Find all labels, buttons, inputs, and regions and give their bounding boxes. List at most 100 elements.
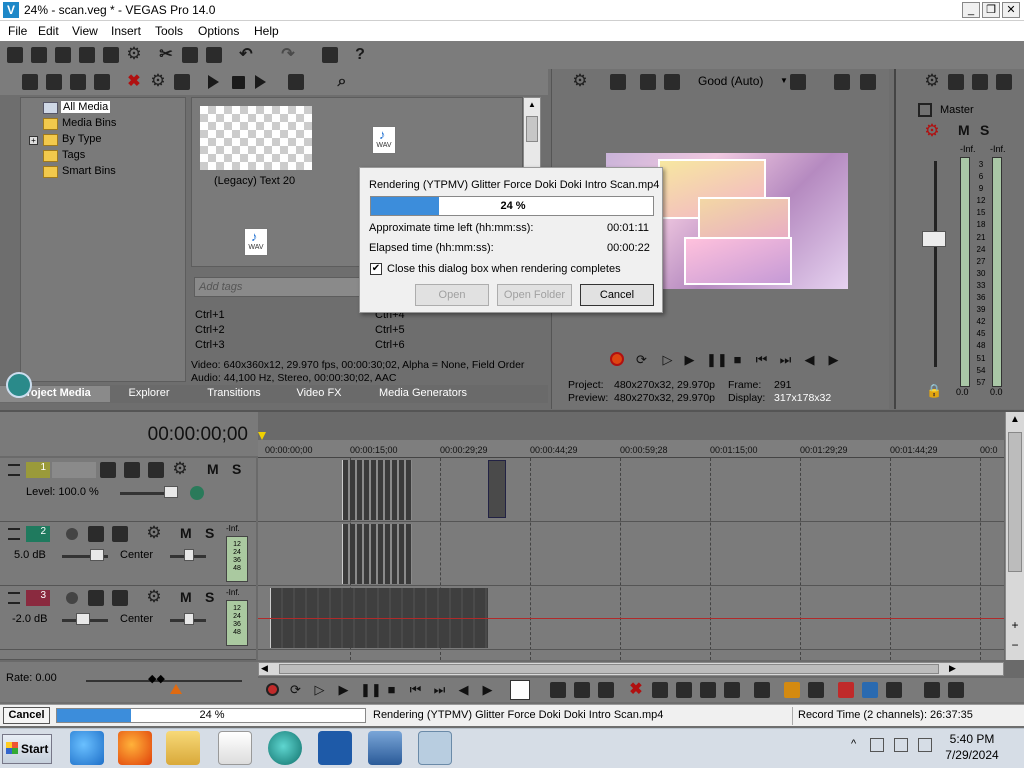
vertical-scrollbar[interactable]: ▲ + −	[1005, 412, 1024, 660]
tree-all-media[interactable]: All Media	[61, 101, 111, 113]
text-media-thumbnail[interactable]	[200, 106, 312, 170]
invert-phase-icon[interactable]	[88, 526, 104, 542]
normal-edit-tool-icon[interactable]	[510, 680, 530, 700]
file-explorer-icon[interactable]	[166, 731, 200, 765]
tree-tags[interactable]: Tags	[62, 149, 85, 161]
pause-icon[interactable]: ❚❚	[706, 352, 728, 367]
loop-icon[interactable]: ⟳	[288, 682, 303, 697]
wav-file-icon[interactable]: WAV	[244, 228, 268, 256]
video-event-clips[interactable]	[342, 460, 412, 520]
app-icon[interactable]	[318, 731, 352, 765]
envelope-tool-icon[interactable]	[550, 682, 566, 698]
track-header-2[interactable]: 2 ⚙ M S -Inf. 12 24 36 48 5.0 dB Center	[0, 522, 256, 586]
close-on-complete-checkbox[interactable]: ✔	[370, 263, 382, 275]
paste-icon[interactable]	[206, 47, 222, 63]
chevron-down-icon[interactable]: ▼	[780, 76, 788, 85]
track-1-mute[interactable]: M	[207, 461, 219, 477]
media-player-icon[interactable]	[218, 731, 252, 765]
virtualbox-icon[interactable]	[368, 731, 402, 765]
master-settings-icon[interactable]: ⚙	[924, 72, 940, 89]
play-from-start-icon[interactable]: ▷	[312, 682, 327, 697]
save-icon[interactable]	[55, 47, 71, 63]
track-expand-icon[interactable]	[8, 528, 20, 540]
track-3-solo[interactable]: S	[205, 589, 214, 605]
track-expand-icon[interactable]	[8, 464, 20, 476]
menu-file[interactable]: File	[8, 24, 27, 38]
remove-media-icon[interactable]: ✖	[126, 74, 142, 90]
show-hidden-icons[interactable]: ^	[851, 738, 856, 750]
audio-event-clips[interactable]	[342, 524, 412, 584]
track-expand-icon[interactable]	[8, 592, 20, 604]
go-to-start-icon[interactable]: ⏮	[754, 352, 769, 367]
insert-marker-icon[interactable]	[784, 682, 800, 698]
external-monitor-icon[interactable]	[610, 74, 626, 90]
lock-event-icon[interactable]	[754, 682, 770, 698]
dim-icon[interactable]	[972, 74, 988, 90]
scroll-up-icon[interactable]: ▲	[1008, 414, 1022, 428]
views-icon[interactable]	[288, 74, 304, 90]
invert-phase-icon[interactable]	[88, 590, 104, 606]
new-icon[interactable]	[7, 47, 23, 63]
cut-icon[interactable]: ✂	[158, 47, 174, 63]
lock-icon[interactable]: 🔒	[926, 383, 942, 399]
horizontal-scrollbar[interactable]: ◀ ▶	[258, 662, 1004, 676]
play-icon[interactable]: ▶	[682, 352, 697, 367]
track-3-mute[interactable]: M	[180, 589, 192, 605]
whats-this-icon[interactable]	[322, 47, 338, 63]
trim-start-icon[interactable]	[676, 682, 692, 698]
maximize-button[interactable]: ❐	[982, 2, 1000, 18]
text-event-clip[interactable]	[488, 460, 506, 518]
zoom-in-icon[interactable]: +	[1008, 618, 1022, 632]
volume-icon[interactable]	[918, 738, 932, 752]
auto-ripple-icon[interactable]	[886, 682, 902, 698]
open-folder-button[interactable]: Open Folder	[497, 284, 572, 306]
app-icon[interactable]	[268, 731, 302, 765]
track-fx-icon[interactable]: ⚙	[146, 588, 162, 605]
record-icon[interactable]	[610, 352, 624, 366]
rate-slider-knob[interactable]: ◆◆	[148, 672, 172, 686]
arm-record-icon[interactable]	[66, 592, 78, 604]
auto-crossfade-icon[interactable]	[862, 682, 878, 698]
play-from-start-icon[interactable]: ▷	[660, 352, 675, 367]
ignore-grouping-icon[interactable]	[948, 682, 964, 698]
clock-time[interactable]: 5:40 PM	[949, 732, 995, 746]
vegas-taskbar-icon[interactable]	[418, 731, 452, 765]
next-frame-icon[interactable]: ▶	[480, 682, 495, 697]
import-media-icon[interactable]	[22, 74, 38, 90]
pan-slider-knob[interactable]	[184, 613, 194, 625]
pan-crop-icon[interactable]	[124, 462, 140, 478]
properties-icon[interactable]: ⚙	[126, 45, 142, 62]
status-cancel-button[interactable]: Cancel	[3, 707, 50, 724]
next-frame-icon[interactable]: ▶	[826, 352, 841, 367]
preview-quality-dropdown[interactable]: Good (Auto)	[698, 74, 763, 88]
extract-audio-icon[interactable]	[94, 74, 110, 90]
track-2-mute[interactable]: M	[180, 525, 192, 541]
downmix-icon[interactable]	[948, 74, 964, 90]
network-icon[interactable]	[894, 738, 908, 752]
scroll-right-icon[interactable]: ▶	[949, 663, 956, 674]
track-input-icon[interactable]	[112, 526, 128, 542]
track-fx-icon[interactable]: ⚙	[146, 524, 162, 541]
volume-envelope[interactable]	[258, 618, 1004, 619]
tree-smart-bins[interactable]: Smart Bins	[62, 165, 116, 177]
search-icon[interactable]: ⌕	[334, 74, 350, 90]
tab-media-generators[interactable]: Media Generators	[358, 386, 488, 402]
open-button[interactable]: Open	[415, 284, 489, 306]
minimize-button[interactable]: _	[962, 2, 980, 18]
copy-icon[interactable]	[182, 47, 198, 63]
stop-icon[interactable]: ■	[384, 682, 399, 697]
previous-frame-icon[interactable]: ◀	[802, 352, 817, 367]
menu-options[interactable]: Options	[198, 24, 239, 38]
scroll-thumb[interactable]	[526, 116, 538, 142]
grid-icon[interactable]	[790, 74, 806, 90]
tab-explorer[interactable]: Explorer	[112, 386, 186, 402]
zoom-out-icon[interactable]: −	[1008, 638, 1022, 652]
track-header-3[interactable]: 3 ⚙ M S -Inf. 12 24 36 48 -2.0 dB Center	[0, 586, 256, 650]
save-as-icon[interactable]	[79, 47, 95, 63]
tab-transitions[interactable]: Transitions	[190, 386, 278, 402]
tab-video-fx[interactable]: Video FX	[283, 386, 355, 402]
insert-region-icon[interactable]	[808, 682, 824, 698]
close-button[interactable]: ✕	[1002, 2, 1020, 18]
track-1-solo[interactable]: S	[232, 461, 241, 477]
lock-envelopes-icon[interactable]	[924, 682, 940, 698]
